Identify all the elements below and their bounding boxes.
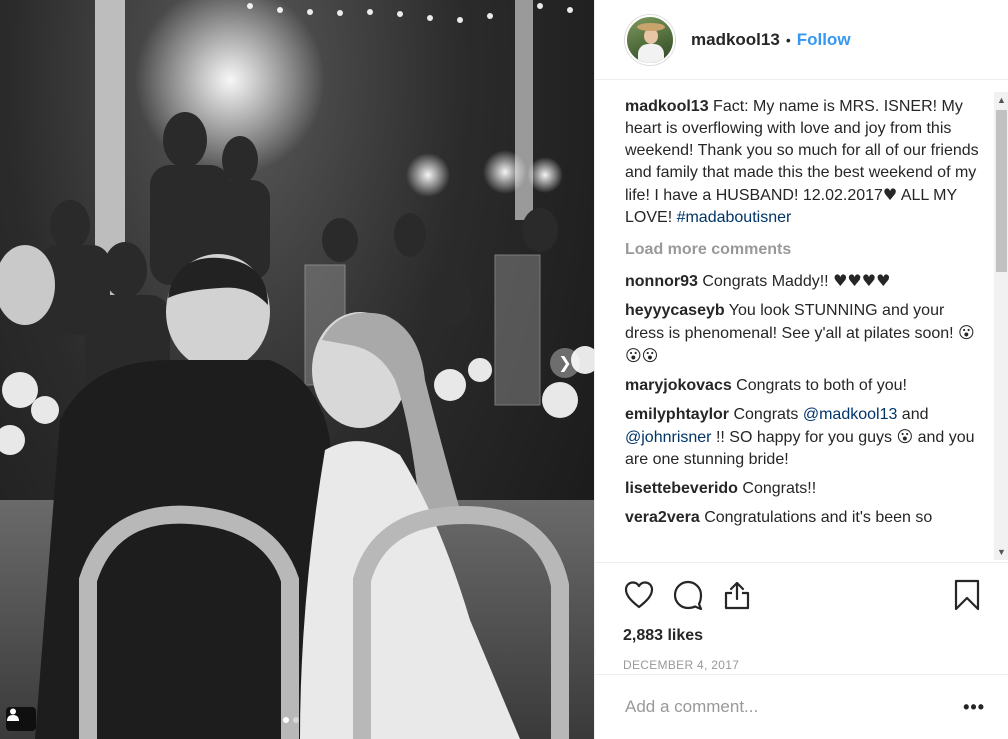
comment-item: nonnor93 Congrats Maddy!! ♥♥♥♥ bbox=[625, 270, 987, 293]
carousel-dots bbox=[283, 717, 299, 723]
scrollbar-thumb[interactable] bbox=[996, 110, 1007, 272]
bookmark-icon[interactable] bbox=[951, 579, 983, 611]
action-icons-row bbox=[623, 575, 989, 615]
carousel-dot-active bbox=[283, 717, 289, 723]
comment-username[interactable]: nonnor93 bbox=[625, 273, 698, 290]
load-more-comments-button[interactable]: Load more comments bbox=[625, 239, 987, 261]
comment-item: heyyycaseyb You look STUNNING and your d… bbox=[625, 300, 987, 368]
comment-username[interactable]: maryjokovacs bbox=[625, 377, 732, 394]
hearts-emoji: ♥♥♥♥ bbox=[833, 271, 891, 290]
more-options-icon[interactable]: ••• bbox=[963, 697, 985, 718]
post-date: DECEMBER 4, 2017 bbox=[623, 658, 740, 672]
mention-link[interactable]: @johnrisner bbox=[625, 429, 712, 446]
comment-text: Congratulations and it's been so bbox=[699, 509, 933, 526]
hashtag-link[interactable]: #madaboutisner bbox=[677, 209, 792, 226]
comment-item: lisettebeverido Congrats!! bbox=[625, 478, 987, 500]
post-header: madkool13 • Follow bbox=[595, 0, 1008, 80]
heart-outline-icon[interactable] bbox=[623, 579, 655, 611]
share-upload-icon[interactable] bbox=[721, 579, 753, 611]
separator-dot: • bbox=[785, 31, 791, 48]
comment-item: maryjokovacs Congrats to both of you! bbox=[625, 375, 987, 397]
avatar[interactable] bbox=[625, 14, 675, 65]
comments-list: madkool13 Fact: My name is MRS. ISNER! M… bbox=[625, 96, 987, 562]
scroll-up-arrow-icon[interactable]: ▲ bbox=[994, 92, 1008, 108]
comment-username[interactable]: lisettebeverido bbox=[625, 480, 738, 497]
comment-text: Congrats to both of you! bbox=[731, 377, 907, 394]
surprised-emoji: 😮 bbox=[896, 427, 914, 446]
header-username[interactable]: madkool13 bbox=[691, 30, 780, 50]
comment-item: emilyphtaylor Congrats @madkool13 and @j… bbox=[625, 404, 987, 471]
comment-username[interactable]: vera2vera bbox=[625, 509, 700, 526]
comment-text: Congrats!! bbox=[737, 480, 817, 497]
caption-username[interactable]: madkool13 bbox=[625, 98, 709, 115]
add-comment-bar: ••• bbox=[595, 674, 1008, 739]
heart-glyph: ♥ bbox=[882, 185, 898, 204]
comment-item: vera2vera Congratulations and it's been … bbox=[625, 507, 987, 529]
post-caption: madkool13 Fact: My name is MRS. ISNER! M… bbox=[625, 96, 987, 229]
mention-link[interactable]: @madkool13 bbox=[803, 406, 898, 423]
comment-username[interactable]: emilyphtaylor bbox=[625, 406, 729, 423]
add-comment-input[interactable] bbox=[625, 697, 964, 717]
scroll-down-arrow-icon[interactable]: ▼ bbox=[994, 544, 1008, 560]
comment-username[interactable]: heyyycaseyb bbox=[625, 302, 725, 319]
comment-text: Congrats bbox=[729, 406, 803, 423]
comments-scrollbar[interactable]: ▲ ▼ bbox=[994, 92, 1008, 560]
chevron-right-icon[interactable]: ❯ bbox=[550, 348, 580, 378]
user-tag-icon[interactable] bbox=[6, 707, 36, 731]
post-actions: 2,883 likes DECEMBER 4, 2017 bbox=[595, 562, 1008, 672]
speech-bubble-icon[interactable] bbox=[672, 579, 704, 611]
post-photo[interactable]: ❯ bbox=[0, 0, 594, 739]
comment-text: !! SO happy for you guys bbox=[711, 429, 897, 446]
wedding-photo-image bbox=[0, 0, 594, 739]
post-sidebar: madkool13 • Follow madkool13 Fact: My na… bbox=[594, 0, 1008, 739]
carousel-dot bbox=[293, 717, 299, 723]
comment-text: Congrats Maddy!! bbox=[697, 273, 834, 290]
likes-count[interactable]: 2,883 likes bbox=[623, 627, 989, 645]
comment-text: and bbox=[897, 406, 929, 423]
follow-button[interactable]: Follow bbox=[797, 30, 851, 50]
